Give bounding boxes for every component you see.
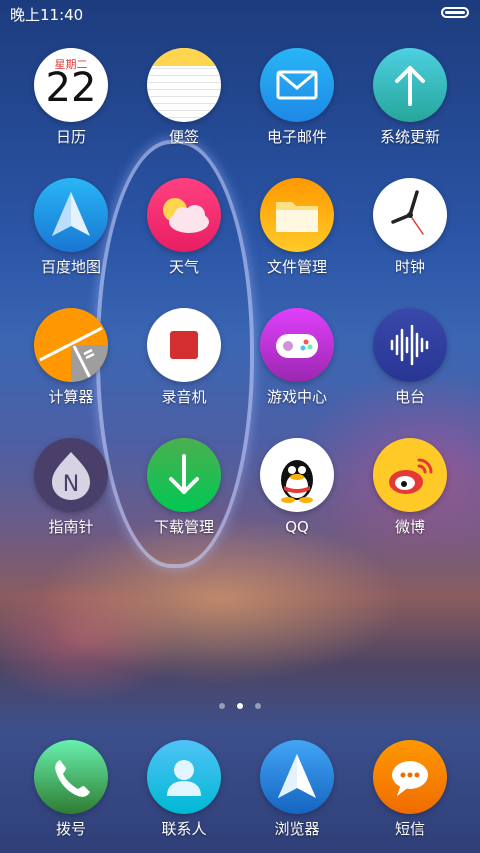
app-label: QQ <box>285 518 309 536</box>
svg-text:N: N <box>63 472 79 497</box>
phone-icon <box>34 740 108 814</box>
app-clock[interactable]: 时钟 <box>355 176 465 286</box>
app-notes[interactable]: 便签 <box>129 46 239 156</box>
page-dot[interactable] <box>219 703 225 709</box>
calculator-icon <box>34 308 108 382</box>
app-radio[interactable]: 电台 <box>355 306 465 416</box>
contacts-icon <box>147 740 221 814</box>
page-dot-active[interactable] <box>237 703 243 709</box>
app-label: 指南针 <box>48 518 94 536</box>
app-label: 文件管理 <box>266 258 327 276</box>
app-weibo[interactable]: 微博 <box>355 436 465 546</box>
dock-browser[interactable]: 浏览器 <box>242 738 352 848</box>
weibo-icon <box>373 438 447 512</box>
app-label: 百度地图 <box>40 258 101 276</box>
dock-phone[interactable]: 拨号 <box>16 738 126 848</box>
app-system-update[interactable]: 系统更新 <box>355 46 465 156</box>
message-icon <box>373 740 447 814</box>
compass-icon: N <box>34 438 108 512</box>
status-time: 晚上11:40 <box>10 6 84 24</box>
app-label: 电台 <box>394 388 425 406</box>
notes-icon <box>147 48 221 122</box>
app-label: 便签 <box>168 128 199 146</box>
dock-label: 浏览器 <box>274 820 320 838</box>
app-label: 日历 <box>55 128 86 146</box>
app-qq[interactable]: QQ <box>242 436 352 546</box>
weather-icon <box>147 178 221 252</box>
calendar-day: 22 <box>45 65 97 111</box>
app-label: 微博 <box>394 518 425 536</box>
page-dot[interactable] <box>255 703 261 709</box>
recorder-icon <box>147 308 221 382</box>
download-icon <box>147 438 221 512</box>
app-baidu-map[interactable]: 百度地图 <box>16 176 126 286</box>
app-label: 下载管理 <box>153 518 214 536</box>
radio-icon <box>373 308 447 382</box>
gamepad-icon <box>260 308 334 382</box>
battery-icon <box>441 7 469 18</box>
app-compass[interactable]: N 指南针 <box>16 436 126 546</box>
dock-label: 拨号 <box>55 820 86 838</box>
app-file-manager[interactable]: 文件管理 <box>242 176 352 286</box>
app-label: 计算器 <box>48 388 94 406</box>
dock-contacts[interactable]: 联系人 <box>129 738 239 848</box>
dock-label: 短信 <box>394 820 425 838</box>
browser-icon <box>260 740 334 814</box>
page-indicator <box>0 700 480 712</box>
app-calculator[interactable]: 计算器 <box>16 306 126 416</box>
app-email[interactable]: 电子邮件 <box>242 46 352 156</box>
qq-icon <box>260 438 334 512</box>
app-game-center[interactable]: 游戏中心 <box>242 306 352 416</box>
app-calendar[interactable]: 星期二 22 日历 <box>16 46 126 156</box>
app-recorder[interactable]: 录音机 <box>129 306 239 416</box>
dock-messages[interactable]: 短信 <box>355 738 465 848</box>
app-label: 电子邮件 <box>266 128 327 146</box>
calendar-icon: 星期二 22 <box>34 48 108 122</box>
clock-icon <box>373 178 447 252</box>
mail-icon <box>260 48 334 122</box>
update-icon <box>373 48 447 122</box>
app-label: 时钟 <box>394 258 425 276</box>
app-label: 录音机 <box>161 388 207 406</box>
app-label: 系统更新 <box>379 128 440 146</box>
folder-icon <box>260 178 334 252</box>
app-download-manager[interactable]: 下载管理 <box>129 436 239 546</box>
app-label: 天气 <box>168 258 199 276</box>
dock-label: 联系人 <box>161 820 207 838</box>
app-weather[interactable]: 天气 <box>129 176 239 286</box>
status-bar: 晚上11:40 <box>0 0 480 28</box>
map-icon <box>34 178 108 252</box>
app-label: 游戏中心 <box>266 388 327 406</box>
